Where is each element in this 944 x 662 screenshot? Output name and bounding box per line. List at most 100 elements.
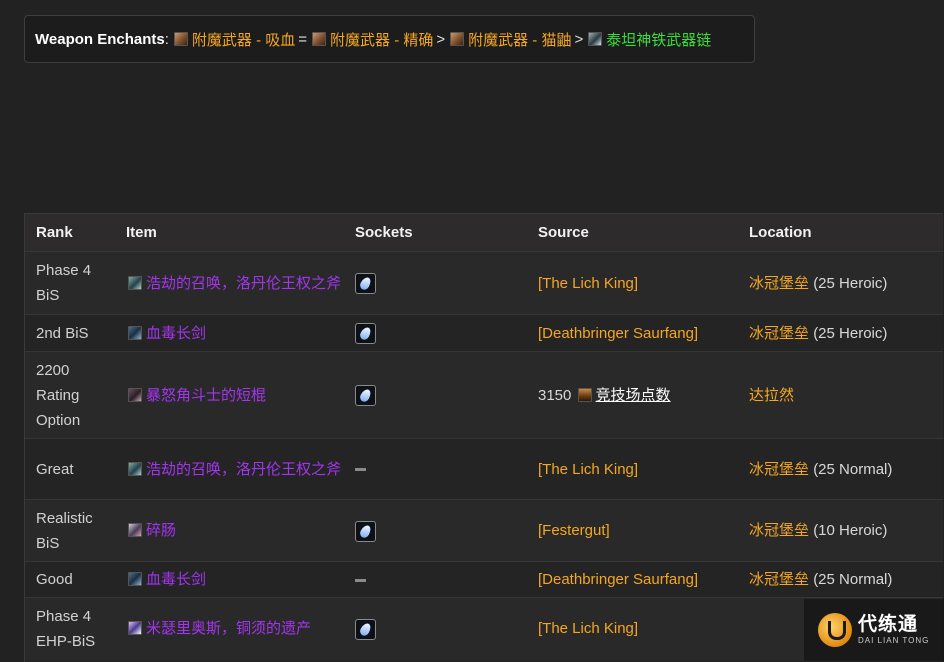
enchant-link[interactable]: 附魔武器 - 吸血 (192, 29, 295, 50)
weapon-enchants-label: Weapon Enchants (35, 30, 165, 48)
enchant-link[interactable]: 附魔武器 - 精确 (330, 29, 433, 50)
no-socket-dash (355, 578, 366, 582)
arena-points-icon (577, 387, 592, 402)
socket-cell (344, 351, 527, 439)
difficulty-label: (25 Heroic) (813, 274, 888, 292)
watermark-text: 代练通 DAI LIAN TONG (858, 614, 929, 646)
header-sockets: Sockets (344, 214, 527, 252)
source-cell: [The Lich King] (527, 251, 738, 315)
axe-icon (128, 461, 142, 476)
label-colon: : (164, 30, 169, 48)
no-socket-dash (355, 468, 366, 472)
header-location: Location (738, 214, 943, 252)
axe-icon (128, 275, 142, 290)
source-link[interactable]: [Festergut] (538, 522, 610, 539)
item-cell: 浩劫的召唤，洛丹伦王权之斧 (115, 251, 344, 315)
weapon-enchants-panel: Weapon Enchants: 附魔武器 - 吸血 = 附魔武器 - 精确 >… (24, 15, 755, 63)
table-row: Great 浩劫的召唤，洛丹伦王权之斧 [The Lich King] 冰冠堡垒… (25, 438, 943, 500)
location-cell: 冰冠堡垒 (25 Normal) (738, 561, 943, 598)
socket-cell (344, 251, 527, 315)
socket-cell (344, 314, 527, 352)
scroll-icon (173, 32, 188, 46)
source-cell: [The Lich King] (527, 438, 738, 500)
difficulty-label: (25 Normal) (813, 460, 893, 478)
table-row: 2nd BiS 血毒长剑 [Deathbringer Saurfang] 冰冠堡… (25, 314, 943, 352)
source-link[interactable]: [Deathbringer Saurfang] (538, 325, 698, 342)
source-link[interactable]: [Deathbringer Saurfang] (538, 571, 698, 588)
gem-socket-icon[interactable] (355, 520, 376, 542)
rank-cell: 2200 Rating Option (25, 351, 115, 439)
sword-icon (128, 572, 142, 586)
rank-cell: Good (25, 561, 115, 598)
zone-link[interactable]: 冰冠堡垒 (749, 522, 809, 539)
gem-socket-icon[interactable] (355, 323, 376, 345)
enchant-link[interactable]: 附魔武器 - 猫鼬 (468, 29, 571, 50)
header-source: Source (527, 214, 738, 252)
location-cell: 冰冠堡垒 (25 Normal) (738, 438, 943, 500)
table-row: Good 血毒长剑 [Deathbringer Saurfang] 冰冠堡垒 (… (25, 561, 943, 598)
scroll-icon (450, 32, 465, 46)
zone-link[interactable]: 冰冠堡垒 (749, 325, 809, 342)
table-row: 2200 Rating Option 暴怒角斗士的短棍 3150 竞技场点数 达… (25, 351, 943, 439)
rank-cell: Realistic BiS (25, 499, 115, 562)
zone-link[interactable]: 达拉然 (749, 387, 794, 404)
zone-link[interactable]: 冰冠堡垒 (749, 461, 809, 478)
blade-icon (128, 621, 142, 636)
item-link[interactable]: 米瑟里奥斯，铜须的遗产 (146, 620, 311, 637)
source-cell: [Deathbringer Saurfang] (527, 314, 738, 352)
source-cell: [The Lich King] (527, 597, 738, 660)
source-link[interactable]: [The Lich King] (538, 620, 638, 637)
staff-icon (128, 523, 142, 537)
mace-icon (128, 387, 142, 402)
location-cell: 冰冠堡垒 (10 Heroic) (738, 499, 943, 562)
socket-cell (344, 561, 527, 598)
header-item: Item (115, 214, 344, 252)
watermark-en: DAI LIAN TONG (858, 636, 930, 645)
arena-points-link[interactable]: 竞技场点数 (596, 387, 671, 404)
source-link[interactable]: [The Lich King] (538, 461, 638, 478)
item-link[interactable]: 血毒长剑 (146, 571, 206, 588)
item-cell: 米瑟里奥斯，铜须的遗产 (115, 597, 344, 660)
socket-cell (344, 499, 527, 562)
chain-icon (588, 32, 603, 46)
rank-cell: Phase 4 EHP-BiS (25, 597, 115, 660)
socket-cell (344, 597, 527, 660)
gem-socket-icon[interactable] (355, 385, 376, 407)
rank-cell: Great (25, 438, 115, 500)
enchant-operator: > (436, 30, 446, 48)
arena-points-value: 3150 (538, 386, 572, 404)
source-cell: [Festergut] (527, 499, 738, 562)
item-cell: 血毒长剑 (115, 561, 344, 598)
difficulty-label: (25 Normal) (813, 571, 893, 588)
source-link[interactable]: [The Lich King] (538, 275, 638, 292)
enchant-operator: > (574, 30, 584, 48)
location-cell: 冰冠堡垒 (25 Heroic) (738, 251, 943, 315)
gem-socket-icon[interactable] (355, 273, 376, 295)
item-link[interactable]: 浩劫的召唤，洛丹伦王权之斧 (146, 461, 341, 478)
socket-cell (344, 438, 527, 500)
sword-icon (128, 325, 142, 340)
item-link[interactable]: 暴怒角斗士的短棍 (146, 387, 266, 404)
location-cell: 冰冠堡垒 (25 Heroic) (738, 314, 943, 352)
item-link[interactable]: 血毒长剑 (146, 325, 206, 342)
gem-socket-icon[interactable] (355, 618, 376, 640)
item-link[interactable]: 碎肠 (146, 522, 176, 539)
item-cell: 浩劫的召唤，洛丹伦王权之斧 (115, 438, 344, 500)
zone-link[interactable]: 冰冠堡垒 (749, 571, 809, 588)
table-header-row: Rank Item Sockets Source Location (25, 214, 943, 252)
source-cell: [Deathbringer Saurfang] (527, 561, 738, 598)
rank-cell: Phase 4 BiS (25, 251, 115, 315)
item-cell: 暴怒角斗士的短棍 (115, 351, 344, 439)
enchant-operator: = (298, 30, 308, 48)
scroll-icon (312, 32, 327, 46)
rank-cell: 2nd BiS (25, 314, 115, 352)
source-cell: 3150 竞技场点数 (527, 351, 738, 439)
difficulty-label: (25 Heroic) (813, 324, 888, 342)
item-cell: 血毒长剑 (115, 314, 344, 352)
zone-link[interactable]: 冰冠堡垒 (749, 275, 809, 292)
location-cell: 达拉然 (738, 351, 943, 439)
item-link[interactable]: 浩劫的召唤，洛丹伦王权之斧 (146, 275, 341, 292)
header-rank: Rank (25, 214, 115, 252)
enchant-link[interactable]: 泰坦神铁武器链 (606, 29, 711, 50)
difficulty-label: (10 Heroic) (813, 522, 888, 539)
